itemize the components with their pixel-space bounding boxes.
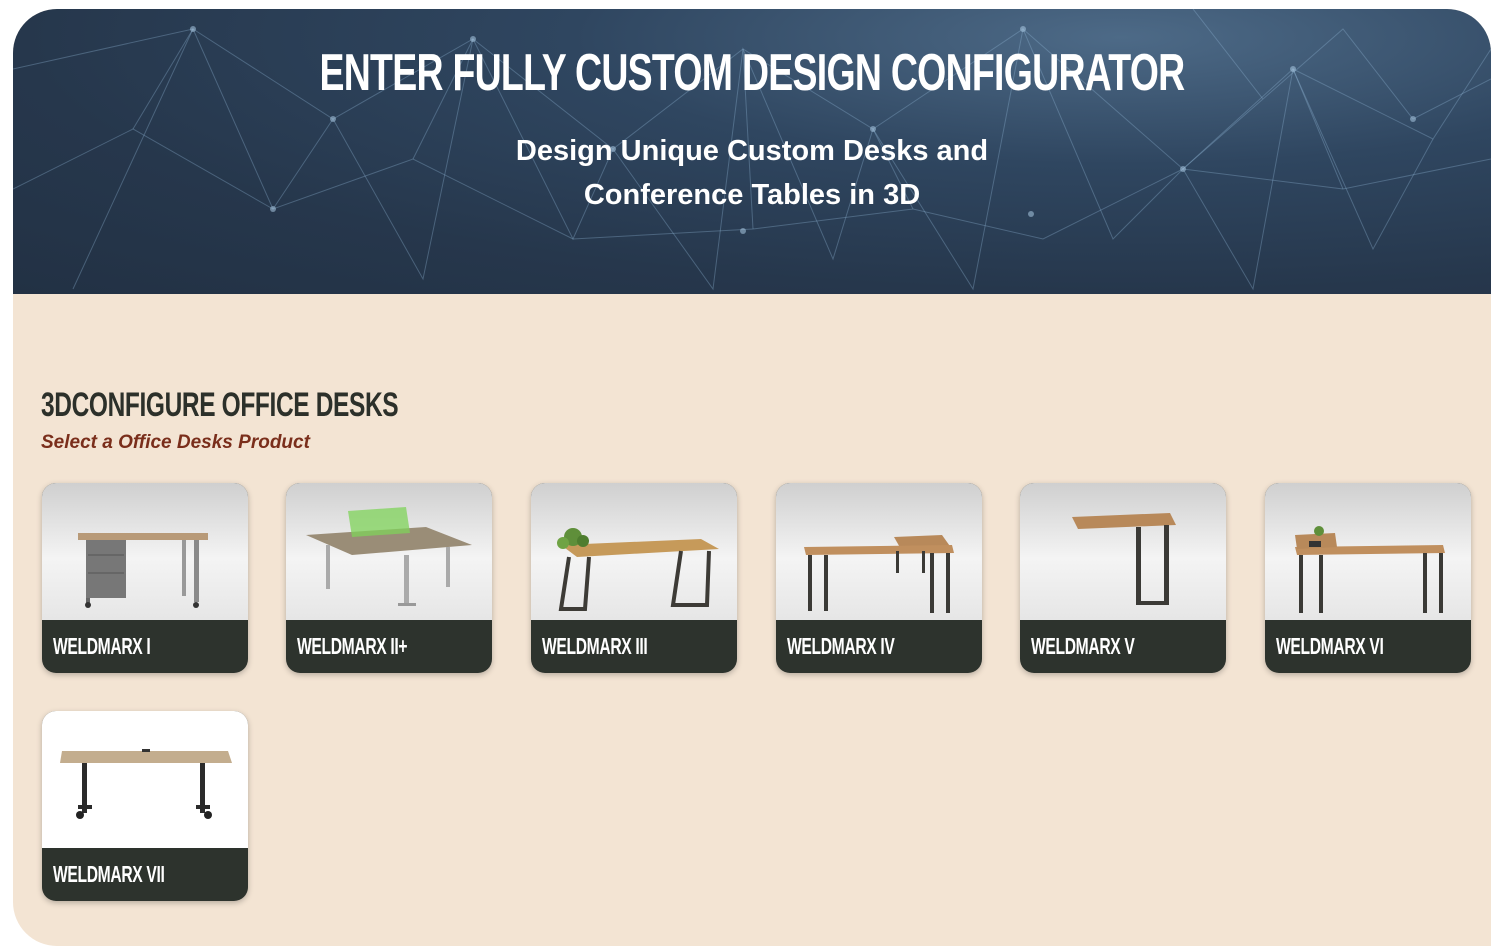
hero-banner: ENTER FULLY CUSTOM DESIGN CONFIGURATOR D… xyxy=(13,9,1491,294)
product-image xyxy=(531,483,737,620)
product-card-weldmarx-iv[interactable]: WELDMARX IV xyxy=(776,483,982,673)
bench-desk-with-divider-image xyxy=(306,507,472,606)
product-image xyxy=(776,483,982,620)
product-image xyxy=(1020,483,1226,620)
product-card-weldmarx-vi[interactable]: WELDMARX VI xyxy=(1265,483,1471,673)
product-image xyxy=(1265,483,1471,620)
training-table-image xyxy=(60,749,232,819)
section-subtitle: Select a Office Desks Product xyxy=(41,432,310,453)
corner-desk-with-accessories-image xyxy=(1295,526,1445,613)
configurator-panel: ENTER FULLY CUSTOM DESIGN CONFIGURATOR D… xyxy=(13,9,1491,946)
product-image xyxy=(286,483,492,620)
product-label: WELDMARX I xyxy=(53,633,151,659)
product-image xyxy=(42,711,248,848)
return-desk-image xyxy=(1072,513,1176,605)
product-card-weldmarx-vii[interactable]: WELDMARX VII xyxy=(42,711,248,901)
hero-subtitle: Design Unique Custom Desks and Conferenc… xyxy=(13,129,1491,217)
office-desks-section: 3DCONFIGURE OFFICE DESKS Select a Office… xyxy=(13,294,1491,946)
l-shaped-desk-image xyxy=(804,535,954,613)
product-card-weldmarx-i[interactable]: WELDMARX I xyxy=(42,483,248,673)
product-label: WELDMARX VII xyxy=(53,861,165,887)
product-label: WELDMARX IV xyxy=(787,633,895,659)
hero-subtitle-line-1: Design Unique Custom Desks and xyxy=(515,135,989,167)
desk-with-drawers-image xyxy=(78,533,208,608)
product-card-weldmarx-iii[interactable]: WELDMARX III xyxy=(531,483,737,673)
product-card-weldmarx-ii-plus[interactable]: WELDMARX II+ xyxy=(286,483,492,673)
desk-with-plant-image xyxy=(557,528,719,611)
product-label: WELDMARX V xyxy=(1031,633,1135,659)
product-image xyxy=(42,483,248,620)
product-card-weldmarx-v[interactable]: WELDMARX V xyxy=(1020,483,1226,673)
product-label: WELDMARX III xyxy=(542,633,648,659)
hero-title: ENTER FULLY CUSTOM DESIGN CONFIGURATOR xyxy=(319,44,1185,102)
product-label: WELDMARX II+ xyxy=(297,633,408,659)
product-label: WELDMARX VI xyxy=(1276,633,1384,659)
section-title: 3DCONFIGURE OFFICE DESKS xyxy=(41,386,399,424)
hero-subtitle-line-2: Conference Tables in 3D xyxy=(583,179,921,211)
